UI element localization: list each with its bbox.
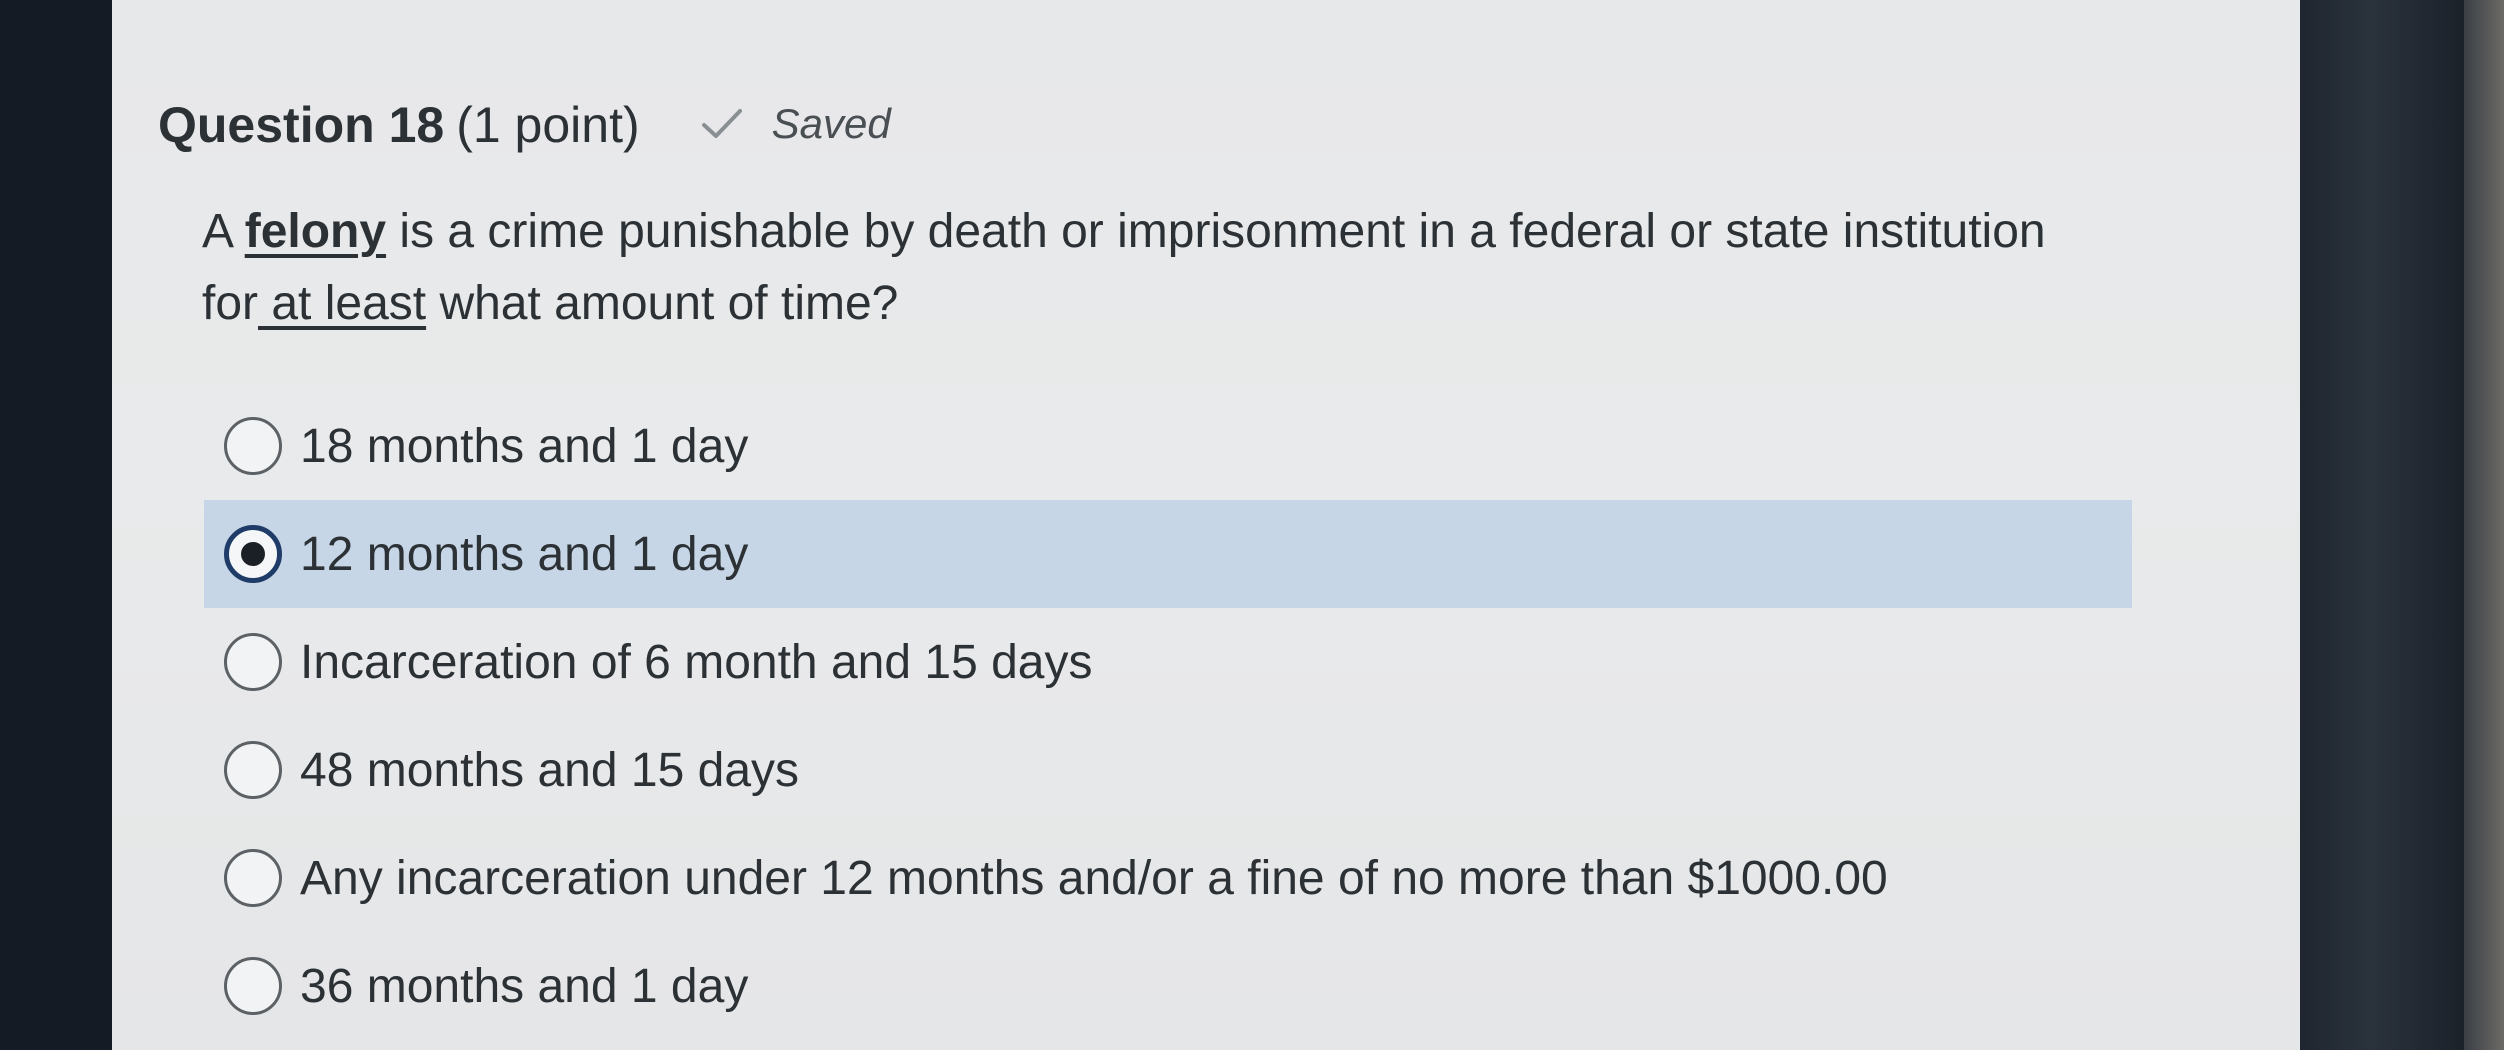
radio-button[interactable]: [224, 741, 282, 799]
quiz-screen: Question 18 (1 point) Saved A felony is …: [112, 0, 2302, 1050]
answer-option[interactable]: Incarceration of 6 month and 15 days: [204, 608, 2132, 716]
checkmark-icon: [701, 109, 742, 138]
radio-button[interactable]: [224, 957, 282, 1015]
answer-option[interactable]: 36 months and 1 day: [204, 932, 2132, 1040]
answer-option[interactable]: Any incarceration under 12 months and/or…: [204, 824, 2132, 932]
prompt-term-at-least: at least: [258, 277, 427, 330]
prompt-text-3: what amount of time?: [426, 277, 899, 330]
question-header: Question 18 (1 point) Saved: [158, 96, 891, 154]
answer-option[interactable]: 18 months and 1 day: [204, 392, 2132, 500]
answer-option[interactable]: 48 months and 15 days: [204, 716, 2132, 824]
question-points: (1 point): [456, 97, 640, 153]
radio-button[interactable]: [224, 849, 282, 907]
answer-option-label: Any incarceration under 12 months and/or…: [300, 851, 1888, 905]
photo-frame: Question 18 (1 point) Saved A felony is …: [0, 0, 2504, 1050]
answer-options: 18 months and 1 day 12 months and 1 day …: [204, 392, 2132, 1040]
radio-button[interactable]: [224, 417, 282, 475]
answer-option-label: 36 months and 1 day: [300, 959, 749, 1013]
answer-option-label: 12 months and 1 day: [300, 527, 749, 581]
answer-option-label: 18 months and 1 day: [300, 419, 749, 473]
prompt-text-1: A: [202, 205, 245, 258]
question-title: Question 18: [158, 97, 445, 153]
answer-option-selected[interactable]: 12 months and 1 day: [204, 500, 2132, 608]
radio-button-checked[interactable]: [224, 525, 282, 583]
answer-option-label: Incarceration of 6 month and 15 days: [300, 635, 1093, 689]
question-prompt: A felony is a crime punishable by death …: [202, 196, 2062, 340]
saved-status: Saved: [700, 100, 891, 148]
answer-option-label: 48 months and 15 days: [300, 743, 800, 797]
saved-label: Saved: [771, 100, 891, 147]
device-bezel: [2300, 0, 2504, 1050]
radio-button[interactable]: [224, 633, 282, 691]
prompt-term-felony: felony: [244, 205, 387, 258]
